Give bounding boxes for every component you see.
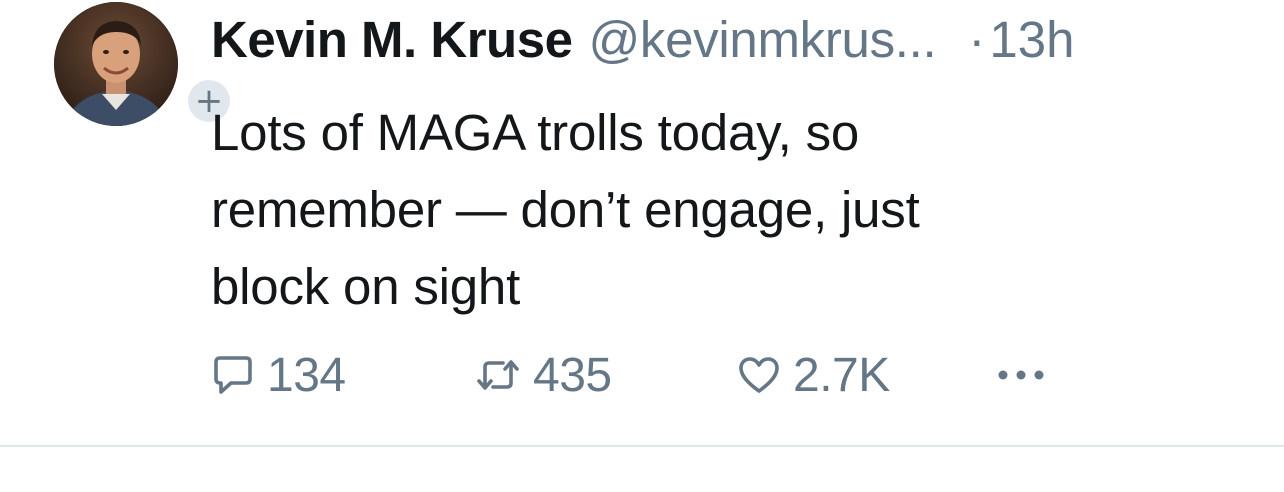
retweet-button[interactable]: 435 [473, 343, 612, 407]
retweet-count: 435 [533, 348, 612, 402]
avatar[interactable] [54, 2, 178, 126]
tweet-text-line: block on sight [211, 258, 521, 315]
retweet-icon [473, 351, 523, 399]
more-button[interactable] [995, 343, 1051, 407]
tweet-header: Kevin M. Kruse @kevinmkrus... · 13h [211, 10, 1075, 72]
like-count: 2.7K [793, 348, 890, 402]
tweet-text: Lots of MAGA trolls today, so remember —… [211, 94, 1171, 325]
heart-icon [735, 351, 783, 399]
separator-dot: · [968, 11, 986, 68]
tweet-timestamp[interactable]: 13h [989, 10, 1074, 69]
author-handle[interactable]: @kevinmkrus... [588, 10, 936, 69]
tweet-card[interactable]: + Kevin M. Kruse @kevinmkrus... · 13h Lo… [0, 0, 1284, 446]
tweet-text-line: Lots of MAGA trolls today, so [211, 104, 860, 161]
reply-button[interactable]: 134 [209, 343, 346, 407]
more-icon [995, 365, 1051, 385]
like-button[interactable]: 2.7K [735, 343, 890, 407]
tweet-divider [0, 445, 1284, 447]
author-display-name[interactable]: Kevin M. Kruse [211, 10, 573, 69]
reply-count: 134 [267, 348, 346, 402]
avatar-container[interactable]: + [54, 0, 234, 126]
tweet-text-line: remember — don’t engage, just [211, 181, 920, 238]
reply-icon [209, 351, 257, 399]
avatar-photo-icon [54, 2, 178, 126]
tweet-actions: 134 435 2.7K [209, 343, 1109, 407]
